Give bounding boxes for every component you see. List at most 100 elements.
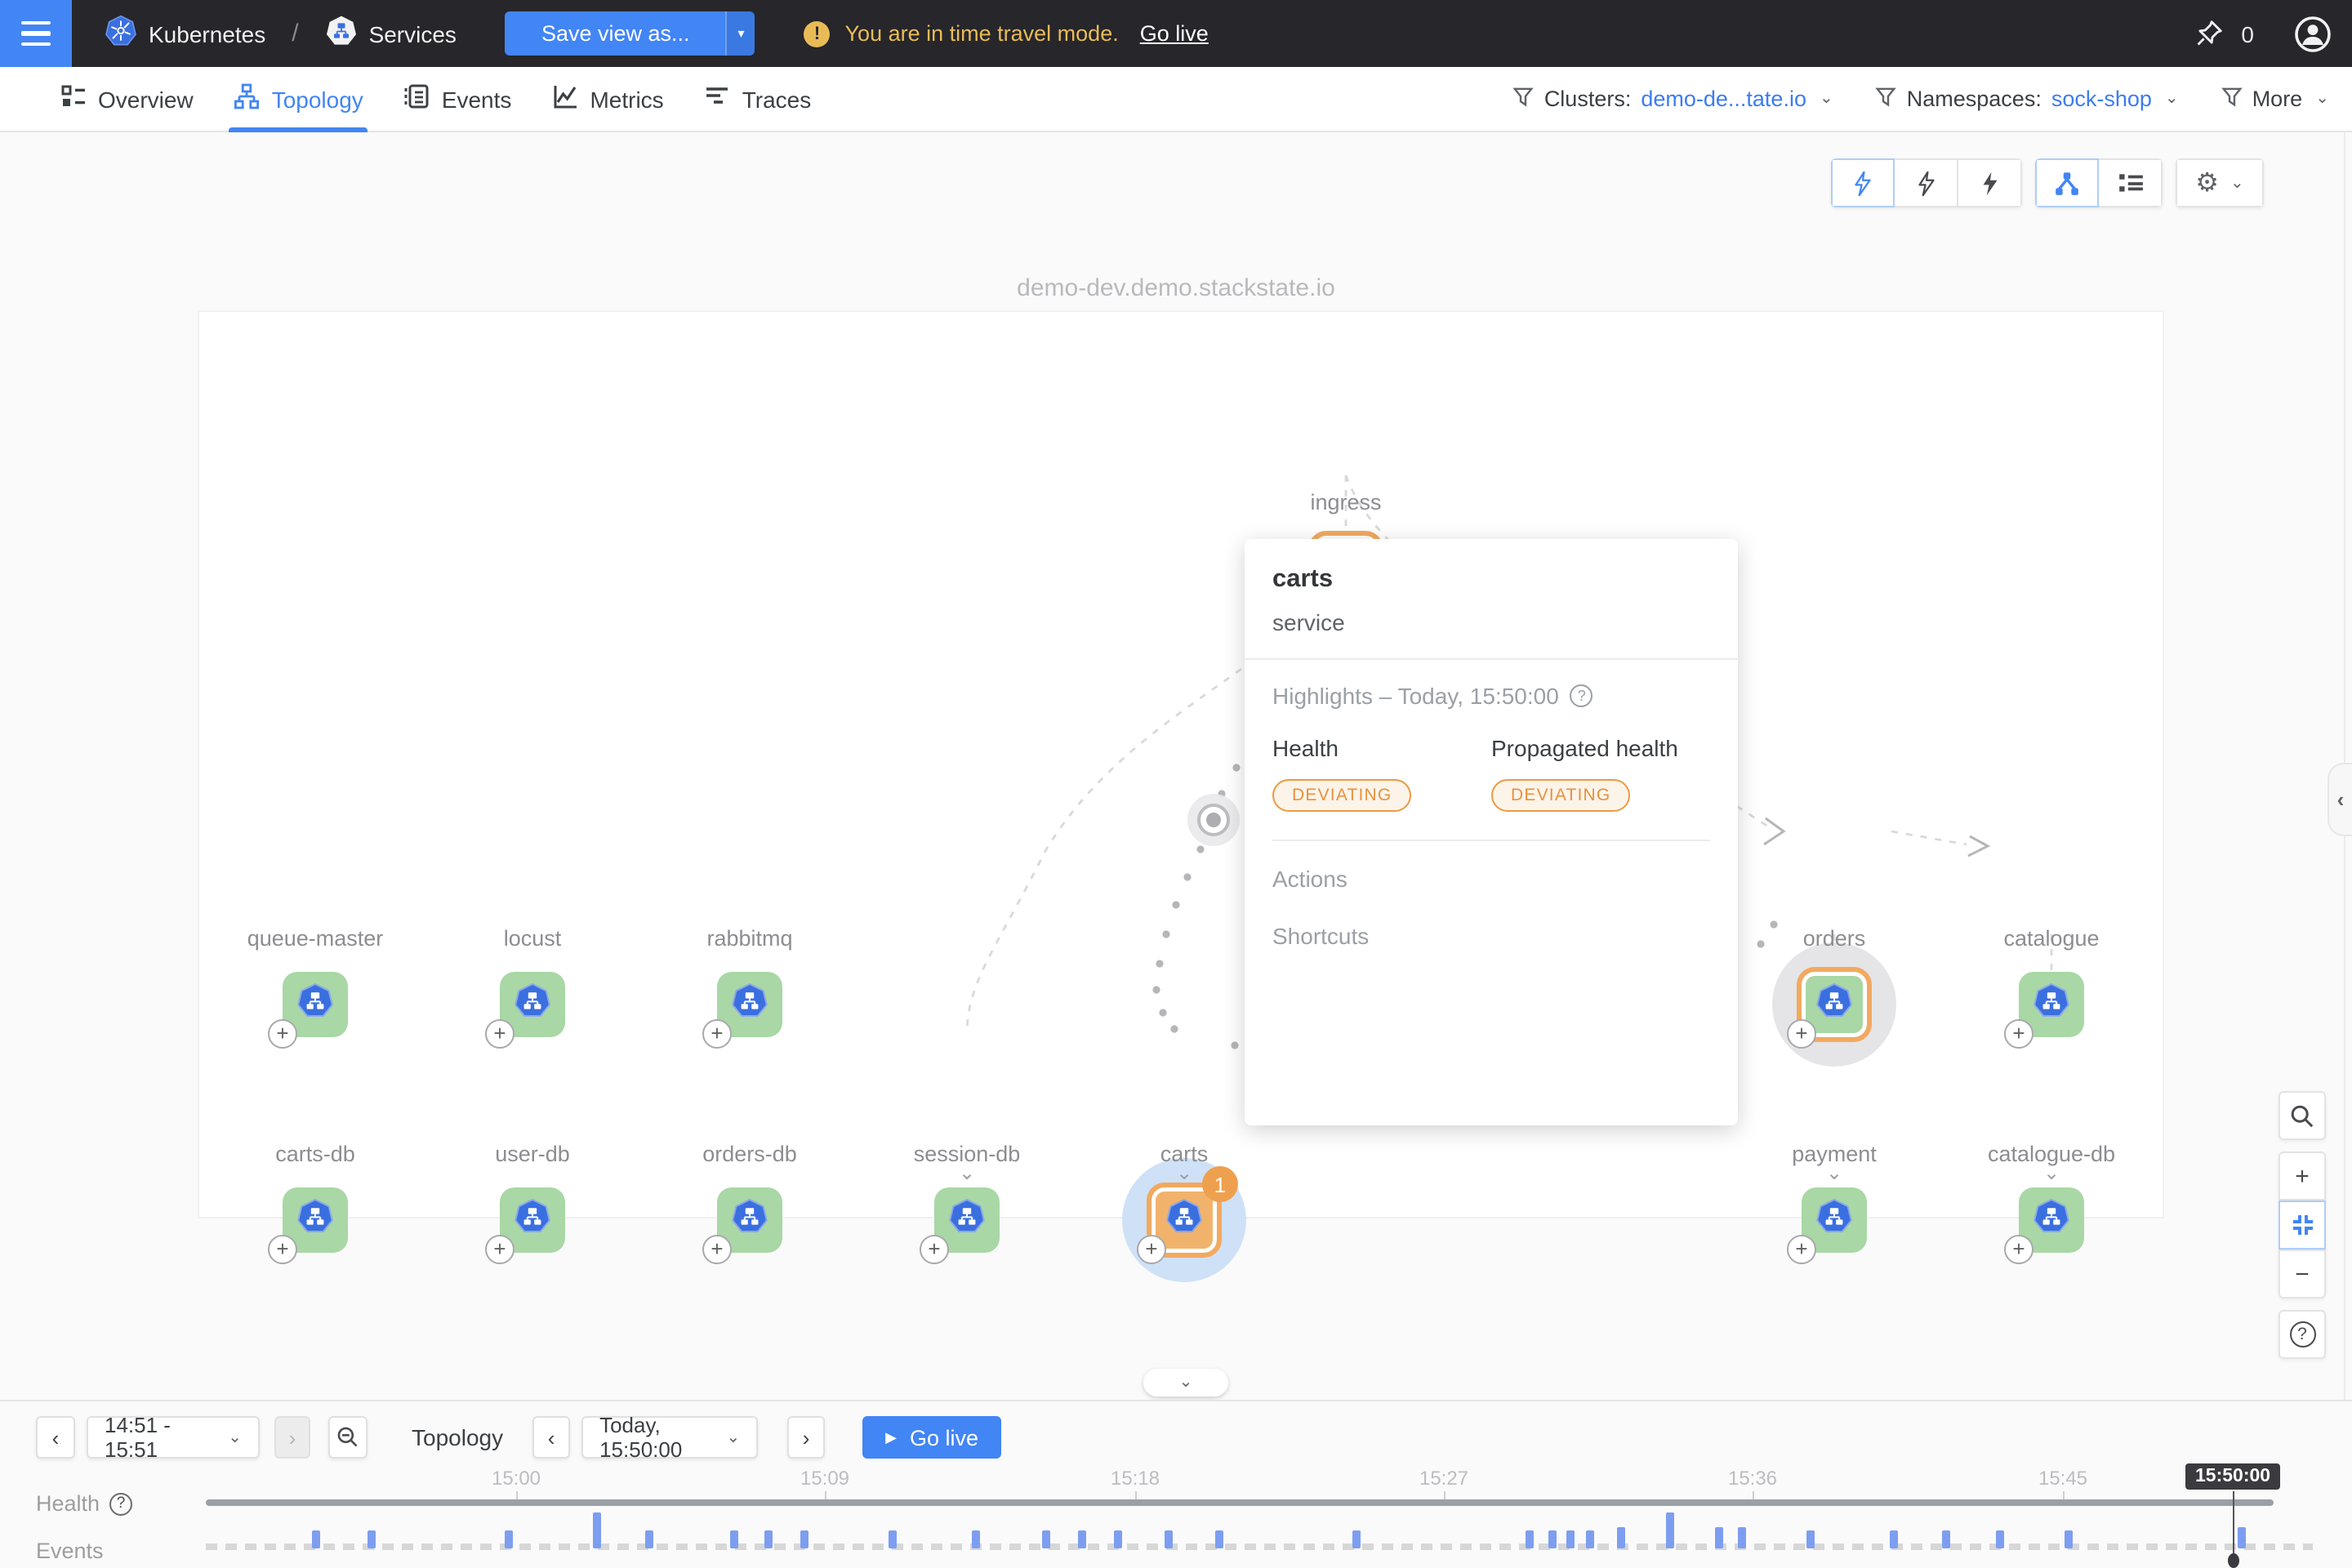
tab-label: Traces bbox=[742, 86, 812, 112]
pin-count: 0 bbox=[2241, 20, 2254, 47]
fit-to-screen-button[interactable] bbox=[2278, 1200, 2326, 1250]
topology-node[interactable]: catalogue + bbox=[1986, 926, 2117, 1083]
range-next-button[interactable]: › bbox=[274, 1416, 310, 1459]
event-bar bbox=[1566, 1530, 1575, 1548]
chevron-down-icon: ⌄ bbox=[2230, 174, 2244, 192]
bolt-filled-button[interactable] bbox=[1958, 158, 2022, 207]
stackstate-app: Kubernetes / Services Save view as... ▾ … bbox=[0, 0, 2352, 1568]
save-view-button[interactable]: Save view as... bbox=[506, 11, 726, 56]
expand-node-button[interactable]: + bbox=[485, 1019, 514, 1049]
event-bar bbox=[645, 1530, 653, 1548]
topology-node[interactable]: user-db + bbox=[467, 1142, 598, 1298]
chevron-down-icon: ⌄ bbox=[2315, 90, 2329, 108]
overview-icon bbox=[60, 83, 87, 114]
expand-node-button[interactable]: + bbox=[1787, 1235, 1816, 1264]
topology-node[interactable]: payment ⌄ + bbox=[1769, 1142, 1900, 1298]
hamburger-menu-button[interactable] bbox=[0, 0, 72, 67]
chevron-down-icon: ⌄ bbox=[726, 1428, 740, 1446]
expand-node-button[interactable]: + bbox=[268, 1235, 297, 1264]
expand-node-button[interactable]: + bbox=[485, 1235, 514, 1264]
shortcuts-label: Shortcuts bbox=[1272, 923, 1710, 949]
bolt-outline-button[interactable] bbox=[1895, 158, 1958, 207]
more-filters[interactable]: More ⌄ bbox=[2221, 86, 2329, 112]
popup-header: carts service bbox=[1245, 539, 1738, 660]
zoom-out-button[interactable]: − bbox=[2278, 1250, 2326, 1298]
tab-topology[interactable]: Topology bbox=[234, 66, 363, 131]
topology-node[interactable]: catalogue-db ⌄ + bbox=[1986, 1142, 2117, 1298]
collapse-timeline-pill[interactable]: ⌄ bbox=[1143, 1369, 1228, 1396]
funnel-icon bbox=[1513, 86, 1535, 112]
tab-events[interactable]: Events bbox=[404, 66, 512, 131]
settings-button[interactable]: ⚙ ⌄ bbox=[2176, 158, 2264, 207]
help-icon[interactable]: ? bbox=[1570, 684, 1593, 707]
breadcrumb-item-services[interactable]: Services bbox=[369, 20, 457, 47]
tab-overview[interactable]: Overview bbox=[60, 66, 194, 131]
topology-node[interactable]: carts-db + bbox=[250, 1142, 381, 1298]
cluster-group-title: demo-dev.demo.stackstate.io bbox=[0, 274, 2352, 302]
topology-node[interactable]: carts ⌄ 1 + bbox=[1119, 1142, 1250, 1298]
expand-node-button[interactable]: + bbox=[920, 1235, 949, 1264]
go-live-button[interactable]: ▶ Go live bbox=[862, 1416, 1001, 1459]
save-view-split-button: Save view as... ▾ bbox=[506, 11, 755, 56]
namespaces-filter[interactable]: Namespaces: sock-shop ⌄ bbox=[1876, 86, 2179, 112]
topology-node[interactable]: rabbitmq + bbox=[684, 926, 815, 1083]
zoom-in-button[interactable]: + bbox=[2278, 1152, 2326, 1200]
breadcrumb-item-kubernetes[interactable]: Kubernetes bbox=[149, 20, 265, 47]
time-range-dropdown[interactable]: 14:51 - 15:51 ⌄ bbox=[87, 1416, 260, 1459]
events-icon bbox=[404, 83, 430, 114]
tab-label: Events bbox=[442, 86, 512, 112]
save-view-caret-button[interactable]: ▾ bbox=[726, 11, 755, 56]
tab-traces[interactable]: Traces bbox=[705, 66, 812, 131]
topology-node[interactable]: orders-db + bbox=[684, 1142, 815, 1298]
topology-node[interactable]: orders + bbox=[1769, 926, 1900, 1083]
canvas-help-button[interactable]: ? bbox=[2278, 1310, 2326, 1359]
time-range-value: 14:51 - 15:51 bbox=[105, 1413, 215, 1462]
warning-icon: ! bbox=[804, 20, 831, 47]
user-avatar[interactable] bbox=[2293, 14, 2332, 53]
topology-canvas[interactable]: demo-dev.demo.stackstate.io bbox=[0, 132, 2352, 1400]
visualization-toolbar: ⚙ ⌄ bbox=[1831, 158, 2264, 207]
caret-down-icon: ▾ bbox=[738, 26, 745, 41]
service-icon bbox=[730, 981, 769, 1028]
topology-node[interactable]: session-db ⌄ + bbox=[902, 1142, 1032, 1298]
topology-node[interactable]: queue-master + bbox=[250, 926, 381, 1083]
list-view-button[interactable] bbox=[2099, 158, 2163, 207]
health-help-icon[interactable]: ? bbox=[109, 1492, 132, 1515]
time-prev-button[interactable]: ‹ bbox=[532, 1416, 570, 1459]
event-bar bbox=[368, 1530, 376, 1548]
expand-right-panel-handle[interactable]: ‹ bbox=[2328, 763, 2352, 836]
event-bar bbox=[1666, 1512, 1674, 1548]
breadcrumb: Kubernetes / Services bbox=[105, 15, 457, 52]
event-bar bbox=[1078, 1530, 1086, 1548]
tick-label: 15:09 bbox=[776, 1467, 874, 1490]
topology-node[interactable]: locust + bbox=[467, 926, 598, 1083]
actions-label: Actions bbox=[1272, 866, 1710, 892]
graph-view-button[interactable] bbox=[2035, 158, 2099, 207]
expand-node-button[interactable]: + bbox=[702, 1235, 732, 1264]
clusters-filter[interactable]: Clusters: demo-de...tate.io ⌄ bbox=[1513, 86, 1833, 112]
event-bar bbox=[972, 1530, 980, 1548]
expand-node-button[interactable]: + bbox=[1787, 1019, 1816, 1049]
expand-node-button[interactable]: + bbox=[1137, 1235, 1166, 1264]
zoom-out-range-button[interactable] bbox=[328, 1416, 368, 1459]
service-icon bbox=[296, 1196, 335, 1244]
funnel-icon bbox=[2221, 86, 2243, 112]
expand-node-button[interactable]: + bbox=[2004, 1235, 2034, 1264]
expand-node-button[interactable]: + bbox=[268, 1019, 297, 1049]
expand-node-button[interactable]: + bbox=[702, 1019, 732, 1049]
go-live-link[interactable]: Go live bbox=[1140, 21, 1209, 46]
traces-icon bbox=[705, 83, 731, 114]
search-button[interactable] bbox=[2278, 1091, 2326, 1140]
bolt-outline-active-button[interactable] bbox=[1831, 158, 1895, 207]
range-prev-button[interactable]: ‹ bbox=[36, 1416, 75, 1459]
pin-icon[interactable] bbox=[2194, 18, 2225, 49]
metrics-icon bbox=[552, 83, 578, 114]
services-icon bbox=[325, 15, 358, 52]
time-dropdown[interactable]: Today, 15:50:00 ⌄ bbox=[581, 1416, 758, 1459]
expand-node-button[interactable]: + bbox=[2004, 1019, 2034, 1049]
time-next-button[interactable]: › bbox=[787, 1416, 825, 1459]
service-icon bbox=[1815, 1196, 1854, 1244]
tab-metrics[interactable]: Metrics bbox=[552, 66, 663, 131]
event-bar bbox=[312, 1530, 320, 1548]
health-timeline-track[interactable] bbox=[206, 1499, 2274, 1506]
